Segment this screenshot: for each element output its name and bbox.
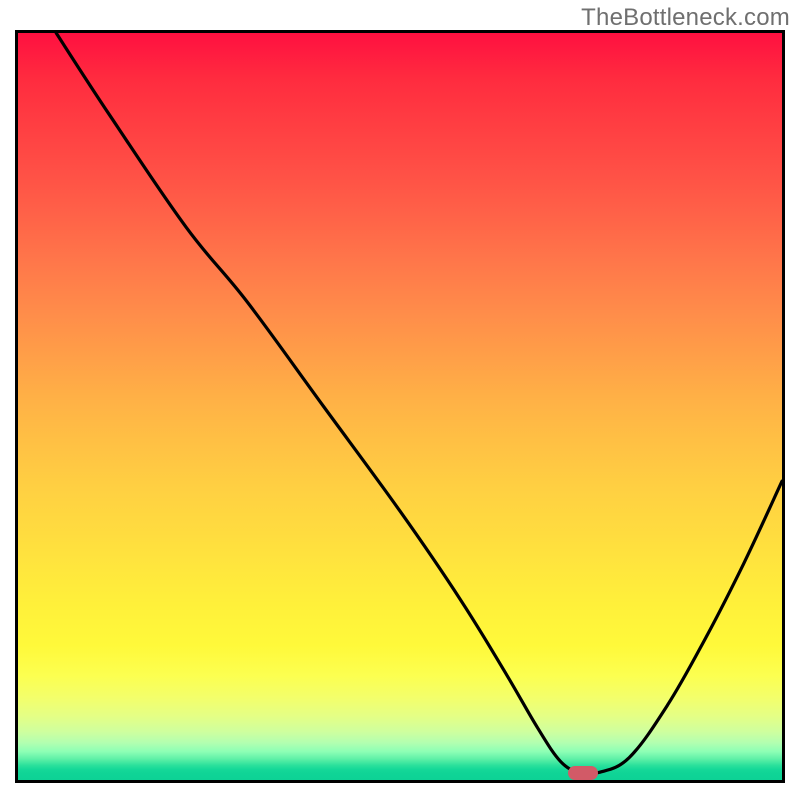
- chart-frame: [15, 30, 785, 783]
- curve-svg: [18, 33, 782, 780]
- minimum-marker: [568, 766, 598, 780]
- chart-container: TheBottleneck.com: [0, 0, 800, 800]
- watermark-text: TheBottleneck.com: [581, 4, 790, 32]
- curve-path: [56, 33, 782, 774]
